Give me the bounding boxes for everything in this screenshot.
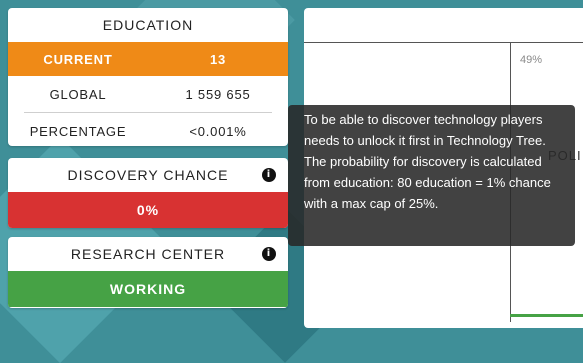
discovery-chance-header: DISCOVERY CHANCE i [8,158,288,192]
research-center-card: RESEARCH CENTER i WORKING [8,237,288,308]
education-global-row: GLOBAL 1 559 655 [8,76,288,112]
education-card: EDUCATION CURRENT 13 GLOBAL 1 559 655 PE… [8,8,288,146]
research-center-title: RESEARCH CENTER [70,246,226,262]
info-circle-icon[interactable]: i [262,247,276,261]
research-center-status: WORKING [8,271,288,307]
education-global-value: 1 559 655 [185,86,251,102]
education-percentage-label: PERCENTAGE [29,123,127,139]
info-circle-icon[interactable]: i [262,168,276,182]
education-percentage-row: PERCENTAGE <0.001% [8,113,288,146]
education-title: EDUCATION [102,17,194,33]
tooltip-text: To be able to discover technology player… [304,112,551,211]
discovery-tooltip: To be able to discover technology player… [288,105,575,246]
education-global-label: GLOBAL [49,86,107,102]
panel-divider-horizontal [304,42,583,43]
discovery-chance-title: DISCOVERY CHANCE [67,167,229,183]
discovery-chance-card: DISCOVERY CHANCE i 0% [8,158,288,228]
education-percentage-value: <0.001% [189,123,247,139]
education-current-row: CURRENT 13 [8,42,288,76]
education-current-label: CURRENT [43,51,113,67]
research-center-header: RESEARCH CENTER i [8,237,288,271]
discovery-chance-value: 0% [8,192,288,228]
education-current-value: 13 [209,51,227,67]
percent-label: 49% [520,54,543,66]
